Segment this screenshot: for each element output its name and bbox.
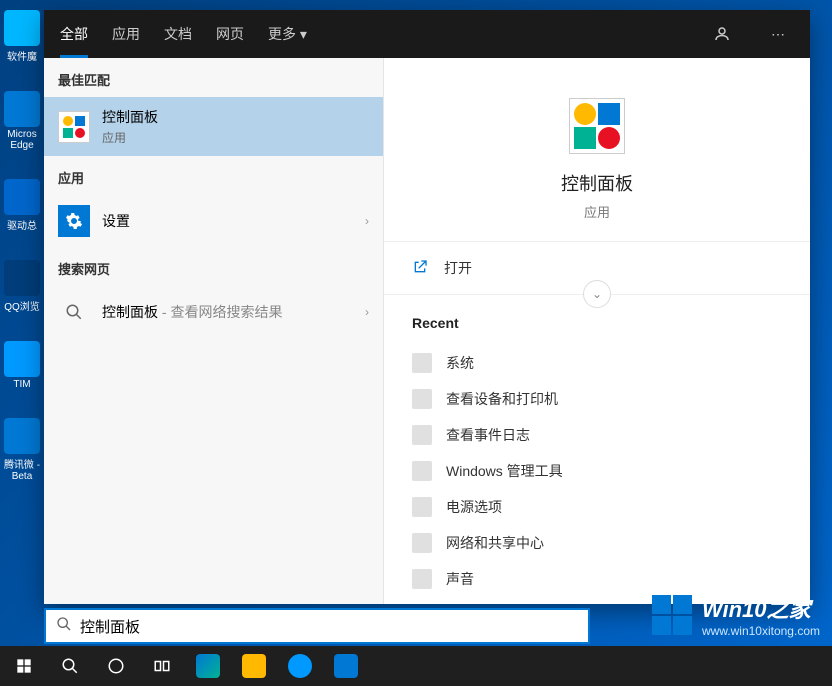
recent-item-icon: [412, 497, 432, 517]
settings-icon: [58, 205, 90, 237]
taskbar-search-button[interactable]: [50, 646, 90, 686]
app-icon: [4, 179, 40, 215]
recent-item-icon: [412, 569, 432, 589]
search-input[interactable]: [80, 618, 578, 635]
app-icon: [4, 418, 40, 454]
start-button[interactable]: [4, 646, 44, 686]
recent-section: Recent 系统查看设备和打印机查看事件日志 Windows 管理工具电源选项网…: [384, 295, 810, 604]
recent-item-icon: [412, 389, 432, 409]
preview-subtitle: 应用: [404, 202, 790, 221]
desktop-icon-label: 软件魔: [7, 48, 37, 63]
recent-item-icon: [412, 461, 432, 481]
recent-item[interactable]: 网络和共享中心: [412, 525, 782, 561]
start-search-panel: 全部 应用 文档 网页 更多 ▾ ⋯ 最佳匹配 控制面板 应用 应用: [44, 10, 810, 604]
recent-item[interactable]: 电源选项: [412, 489, 782, 525]
desktop-icon-label: 腾讯微 -Beta: [2, 456, 42, 482]
recent-item-label: 声音: [446, 569, 474, 589]
more-options-icon[interactable]: ⋯: [762, 18, 794, 50]
recent-item-label: Windows 管理工具: [446, 461, 563, 481]
watermark-url: www.win10xitong.com: [702, 624, 820, 638]
search-icon: [56, 616, 72, 637]
watermark-title: Win10之家: [702, 592, 820, 624]
search-input-box[interactable]: [44, 608, 590, 644]
desktop-icon[interactable]: 驱动总: [2, 179, 42, 232]
recent-item-label: 电源选项: [446, 497, 502, 517]
desktop-icon[interactable]: 软件魔: [2, 10, 42, 63]
open-label: 打开: [444, 258, 472, 278]
web-label: 搜索网页: [44, 247, 383, 286]
recent-item-label: 查看设备和打印机: [446, 389, 558, 409]
desktop-icon-label: Micros Edge: [2, 129, 42, 151]
recent-item[interactable]: 查看事件日志: [412, 417, 782, 453]
desktop-icon[interactable]: Micros Edge: [2, 91, 42, 151]
apps-label: 应用: [44, 156, 383, 195]
desktop-icon[interactable]: QQ浏览: [2, 260, 42, 313]
cortana-button[interactable]: [96, 646, 136, 686]
recent-item-icon: [412, 425, 432, 445]
tab-all[interactable]: 全部: [60, 10, 88, 58]
open-icon: [412, 259, 432, 278]
result-title: 设置: [102, 211, 365, 231]
taskbar-app-browser[interactable]: [280, 646, 320, 686]
preview-column: 控制面板 应用 打开 ⌄ Recent 系统查看设备和打印机查看事件日志 Wind…: [383, 58, 810, 604]
windows-logo-icon: [652, 595, 692, 635]
app-icon: [4, 341, 40, 377]
control-panel-icon: [58, 111, 90, 143]
taskbar-app-edge[interactable]: [188, 646, 228, 686]
taskbar-app-people[interactable]: [326, 646, 366, 686]
chevron-right-icon: ›: [365, 214, 369, 228]
search-tabs-bar: 全部 应用 文档 网页 更多 ▾ ⋯: [44, 10, 810, 58]
result-subtitle: 应用: [102, 129, 369, 146]
best-match-label: 最佳匹配: [44, 58, 383, 97]
result-web-search[interactable]: 控制面板 - 查看网络搜索结果 ›: [44, 286, 383, 338]
app-icon: [4, 10, 40, 46]
desktop-icon-label: 驱动总: [7, 217, 37, 232]
recent-item-icon: [412, 533, 432, 553]
search-panel-body: 最佳匹配 控制面板 应用 应用 设置 ›: [44, 58, 810, 604]
preview-header: 控制面板 应用: [384, 58, 810, 242]
tab-apps[interactable]: 应用: [112, 10, 140, 58]
desktop-icon-label: QQ浏览: [4, 298, 40, 313]
expand-chevron-icon[interactable]: ⌄: [583, 280, 611, 308]
recent-item[interactable]: 查看设备和打印机: [412, 381, 782, 417]
desktop-icons-column: 软件魔 Micros Edge 驱动总 QQ浏览 TIM 腾讯微 -Beta: [2, 10, 42, 482]
recent-item-icon: [412, 353, 432, 373]
tab-web[interactable]: 网页: [216, 10, 244, 58]
app-icon: [4, 91, 40, 127]
recent-item-label: 系统: [446, 353, 474, 373]
recent-item[interactable]: 系统: [412, 345, 782, 381]
taskbar-app-explorer[interactable]: [234, 646, 274, 686]
tab-more[interactable]: 更多 ▾: [268, 10, 307, 58]
recent-item-label: 网络和共享中心: [446, 533, 544, 553]
desktop-icon[interactable]: 腾讯微 -Beta: [2, 418, 42, 482]
result-settings[interactable]: 设置 ›: [44, 195, 383, 247]
preview-title: 控制面板: [404, 170, 790, 196]
open-action[interactable]: 打开 ⌄: [384, 242, 810, 295]
chevron-right-icon: ›: [365, 305, 369, 319]
desktop-icon[interactable]: TIM: [2, 341, 42, 390]
task-view-button[interactable]: [142, 646, 182, 686]
preview-control-panel-icon: [569, 98, 625, 154]
watermark: Win10之家 www.win10xitong.com: [652, 592, 820, 638]
result-control-panel[interactable]: 控制面板 应用: [44, 97, 383, 156]
taskbar: [0, 646, 832, 686]
recent-label: Recent: [412, 315, 782, 331]
feedback-icon[interactable]: [706, 18, 738, 50]
result-title: 控制面板: [102, 107, 369, 127]
recent-item-label: 查看事件日志: [446, 425, 530, 445]
desktop-icon-label: TIM: [13, 379, 30, 390]
search-icon: [58, 296, 90, 328]
search-results-column: 最佳匹配 控制面板 应用 应用 设置 ›: [44, 58, 383, 604]
recent-item[interactable]: Windows 管理工具: [412, 453, 782, 489]
app-icon: [4, 260, 40, 296]
result-title: 控制面板 - 查看网络搜索结果: [102, 302, 365, 322]
tab-documents[interactable]: 文档: [164, 10, 192, 58]
